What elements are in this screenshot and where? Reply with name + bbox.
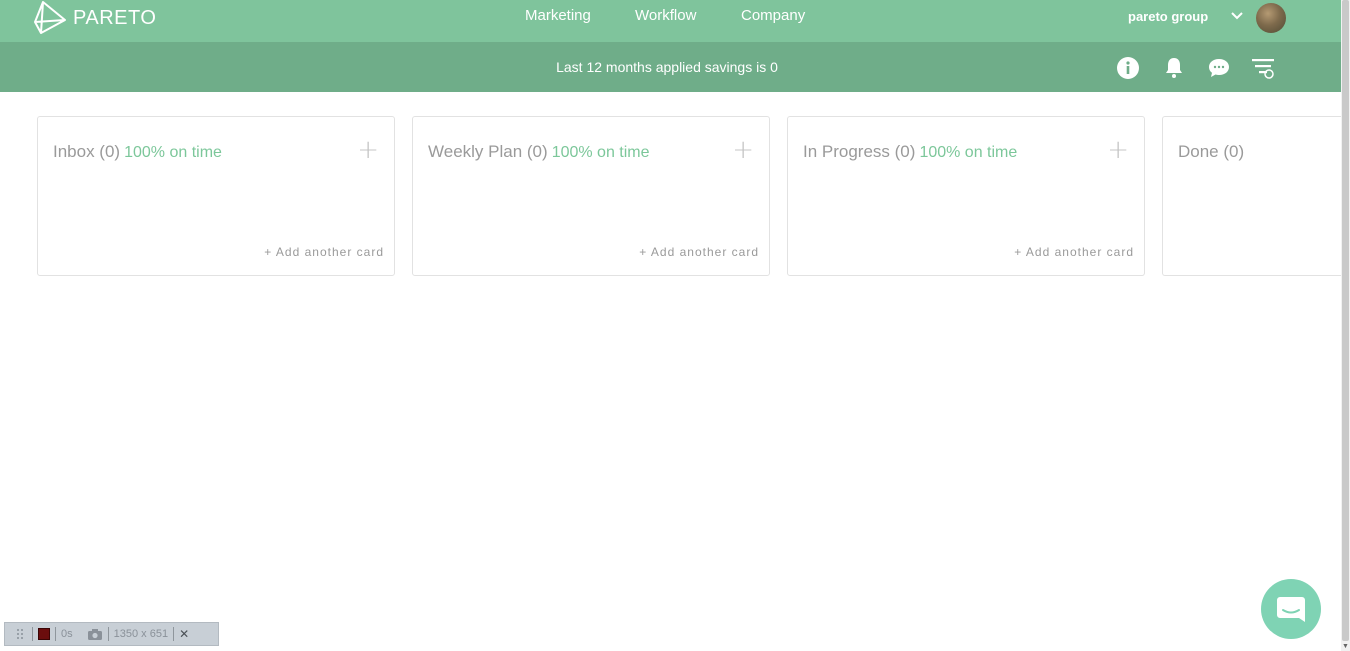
info-icon[interactable] <box>1116 56 1140 80</box>
recording-timer: 0s <box>61 628 73 640</box>
avatar[interactable] <box>1256 3 1286 33</box>
scrollbar[interactable]: ▼ <box>1341 0 1350 651</box>
bell-icon[interactable] <box>1162 56 1186 80</box>
add-card-plus-button[interactable]: + <box>1107 137 1129 163</box>
column-title: Done (0) <box>1178 142 1245 161</box>
scroll-thumb[interactable] <box>1342 0 1349 641</box>
recorder-toolbar: 0s 1350 x 651 ✕ <box>4 622 219 646</box>
separator <box>32 627 33 641</box>
nav-workflow[interactable]: Workflow <box>635 7 696 24</box>
chat-icon <box>1277 597 1305 622</box>
add-card-plus-button[interactable]: + <box>732 137 754 163</box>
on-time-label: 100% on time <box>551 144 650 161</box>
add-card-plus-button[interactable]: + <box>357 137 379 163</box>
logo[interactable]: PARETO <box>31 0 156 36</box>
on-time-label: 100% on time <box>124 144 222 161</box>
column-title: Inbox (0) <box>53 142 121 161</box>
logo-text: PARETO <box>73 6 157 29</box>
chat-bubble-icon[interactable] <box>1207 56 1231 80</box>
nav-company[interactable]: Company <box>741 7 805 24</box>
drag-handle-icon[interactable] <box>13 627 27 641</box>
savings-bar: Last 12 months applied savings is 0 <box>0 42 1341 92</box>
scroll-down-arrow-icon[interactable]: ▼ <box>1342 643 1349 651</box>
add-another-card-link[interactable]: + Add another card <box>1014 245 1134 259</box>
column-title: Weekly Plan (0) <box>428 142 548 161</box>
column-done: Done (0) <box>1162 116 1341 276</box>
separator <box>55 627 56 641</box>
add-another-card-link[interactable]: + Add another card <box>639 245 759 259</box>
chevron-down-icon[interactable] <box>1230 9 1244 23</box>
nav-marketing[interactable]: Marketing <box>525 7 591 24</box>
column-in-progress: In Progress (0) 100% on time + + Add anot… <box>787 116 1145 276</box>
top-navbar: PARETO Marketing Workflow Company pareto… <box>0 0 1341 42</box>
stop-record-button[interactable] <box>38 628 50 640</box>
separator <box>107 627 109 641</box>
separator <box>173 627 175 641</box>
add-another-card-link[interactable]: + Add another card <box>264 245 384 259</box>
account-name[interactable]: pareto group <box>1128 9 1208 24</box>
on-time-label: 100% on time <box>919 144 1018 161</box>
column-inbox: Inbox (0) 100% on time + + Add another ca… <box>37 116 395 276</box>
camera-icon[interactable] <box>87 628 103 641</box>
column-title: In Progress (0) <box>803 142 916 161</box>
pareto-logo-icon <box>34 1 66 34</box>
chat-launcher-button[interactable] <box>1261 579 1321 639</box>
column-weekly-plan: Weekly Plan (0) 100% on time + + Add anot… <box>412 116 770 276</box>
recording-resolution: 1350 x 651 <box>113 628 169 640</box>
close-recorder-button[interactable]: ✕ <box>179 627 189 641</box>
filter-icon[interactable] <box>1251 56 1275 80</box>
